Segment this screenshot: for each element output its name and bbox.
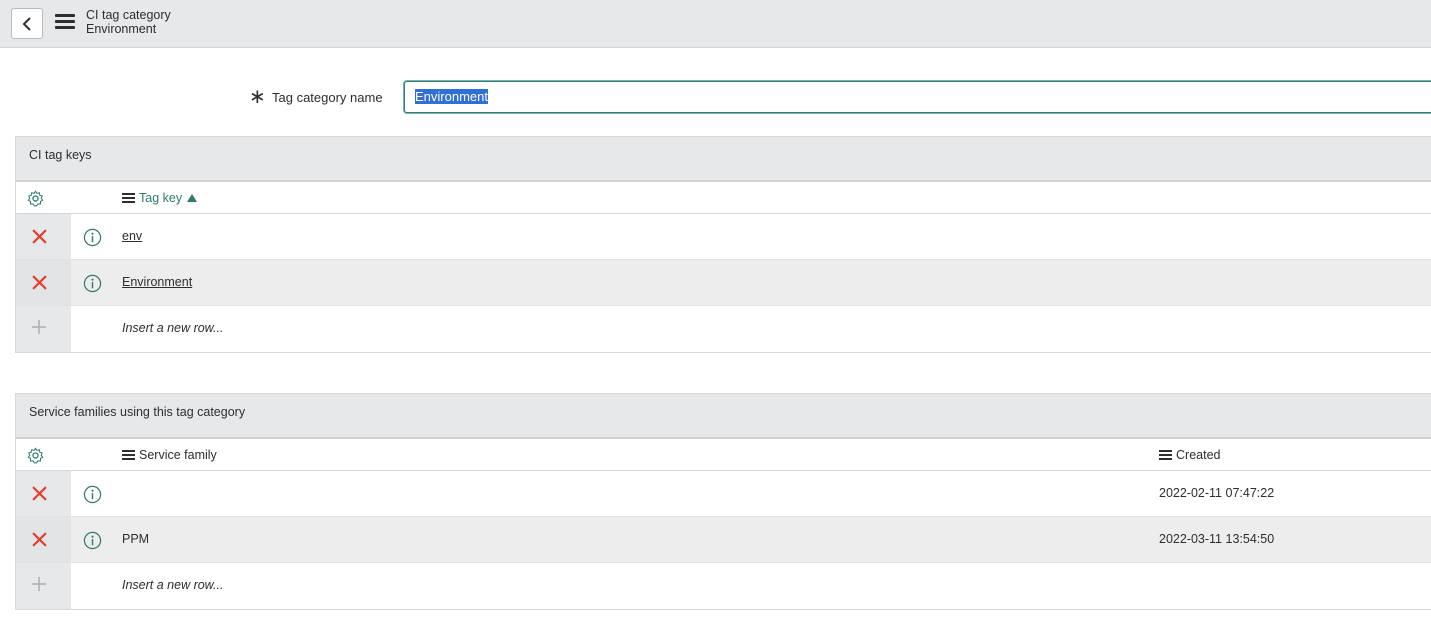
table-row: env	[16, 214, 1431, 260]
selected-text: Environment	[415, 89, 488, 104]
back-button[interactable]	[11, 8, 43, 39]
column-menu-icon[interactable]	[1159, 448, 1172, 462]
tag-key-link[interactable]: env	[122, 229, 142, 243]
column-label: Tag key	[139, 191, 183, 205]
info-icon[interactable]	[83, 274, 102, 293]
insert-row: Insert a new row...	[16, 306, 1431, 352]
column-service-family[interactable]: Service family	[122, 448, 217, 462]
sort-ascending-icon	[187, 194, 198, 202]
record-name: Environment	[86, 22, 157, 36]
tag-category-name-input[interactable]: Environment	[404, 81, 1431, 113]
table-row: PPM 2022-03-11 13:54:50	[16, 517, 1431, 563]
service-families-list: Service families using this tag category…	[15, 393, 1431, 610]
chevron-left-icon	[22, 16, 31, 31]
column-tag-key[interactable]: Tag key	[122, 191, 198, 205]
delete-icon[interactable]	[32, 486, 47, 501]
column-menu-icon[interactable]	[122, 448, 135, 462]
plus-icon[interactable]	[31, 319, 47, 335]
column-label: Service family	[139, 448, 217, 462]
gear-icon[interactable]	[27, 190, 44, 207]
related-list-title: Service families using this tag category	[16, 394, 1431, 439]
related-list-title: CI tag keys	[16, 137, 1431, 182]
delete-icon[interactable]	[32, 532, 47, 547]
table-row: 2022-02-11 07:47:22	[16, 471, 1431, 517]
created-cell: 2022-02-11 07:47:22	[1159, 486, 1275, 500]
service-family-cell: PPM	[122, 532, 150, 546]
column-header-row: Tag key	[16, 182, 1431, 214]
form-header: CI tag category Environment	[0, 0, 1431, 48]
info-icon[interactable]	[83, 485, 102, 504]
insert-row: Insert a new row...	[16, 563, 1431, 609]
tag-category-name-field: ∗ Tag category name Environment	[0, 80, 1431, 114]
gear-icon[interactable]	[27, 447, 44, 464]
column-menu-icon[interactable]	[122, 191, 135, 205]
created-cell: 2022-03-11 13:54:50	[1159, 532, 1275, 546]
form-title: CI tag category	[86, 8, 171, 22]
insert-new-row[interactable]: Insert a new row...	[122, 321, 223, 335]
info-icon[interactable]	[83, 531, 102, 550]
required-icon: ∗	[249, 86, 266, 108]
page-title: CI tag category Environment	[86, 8, 171, 36]
insert-new-row[interactable]: Insert a new row...	[122, 578, 223, 592]
hamburger-icon[interactable]	[55, 14, 76, 31]
ci-tag-keys-list: CI tag keys Tag key env Environment Inse…	[15, 136, 1431, 353]
field-label: Tag category name	[272, 90, 383, 105]
plus-icon[interactable]	[31, 576, 47, 592]
table-row: Environment	[16, 260, 1431, 306]
delete-icon[interactable]	[32, 229, 47, 244]
column-label: Created	[1176, 448, 1221, 462]
tag-key-link[interactable]: Environment	[122, 275, 192, 289]
column-created[interactable]: Created	[1159, 448, 1220, 462]
column-header-row: Service family Created	[16, 439, 1431, 471]
delete-icon[interactable]	[32, 275, 47, 290]
info-icon[interactable]	[83, 228, 102, 247]
